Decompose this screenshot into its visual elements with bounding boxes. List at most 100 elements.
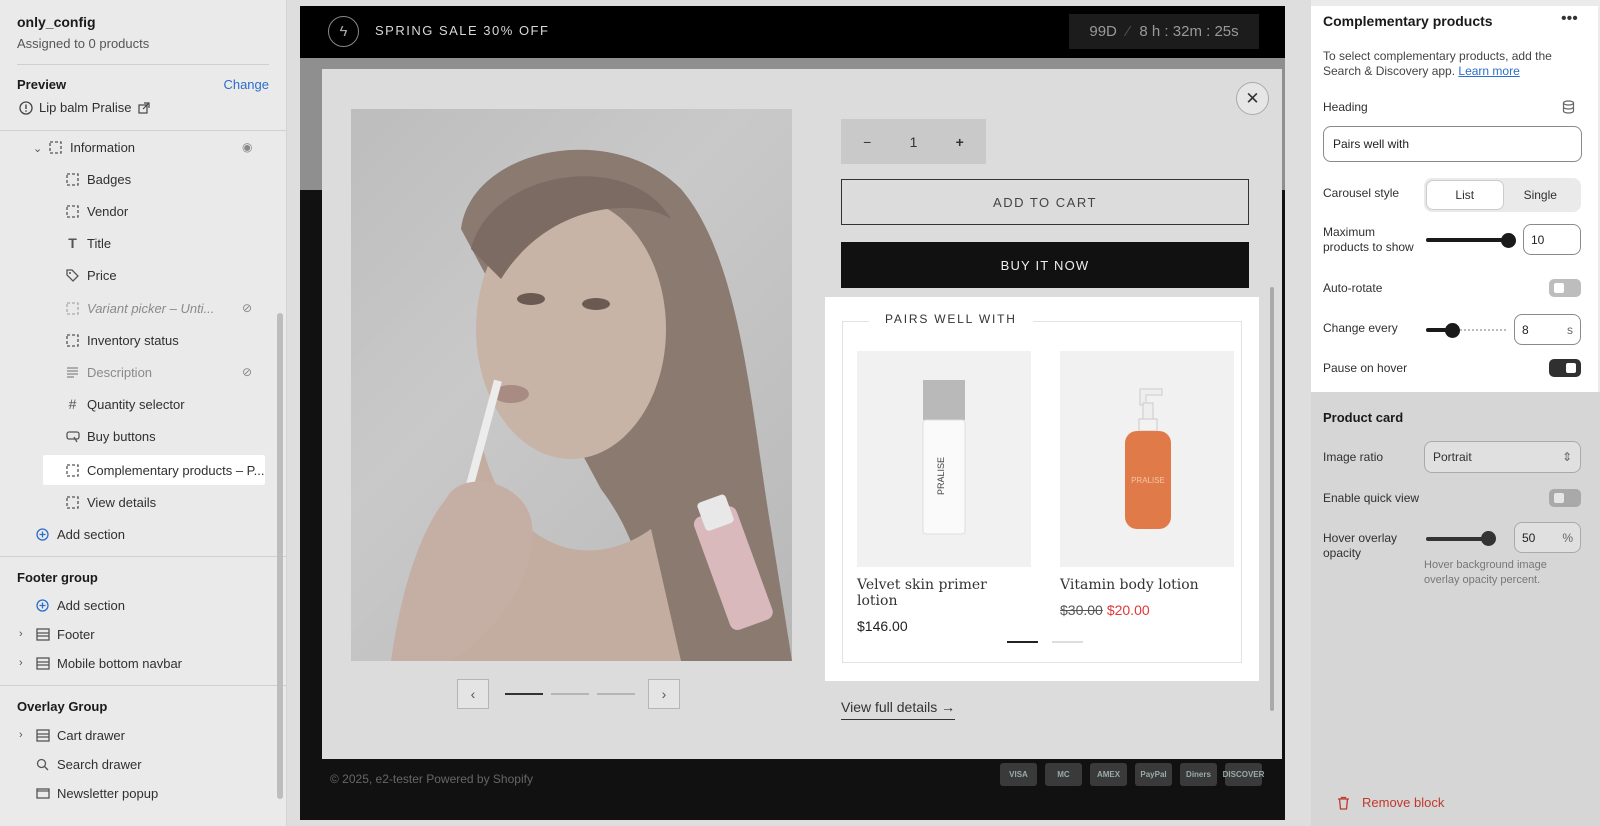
autorotate-label: Auto-rotate (1323, 281, 1383, 295)
overlay-item-search-drawer[interactable]: Search drawer (35, 749, 265, 779)
external-link-icon[interactable] (137, 101, 150, 114)
footer-item-mobile-navbar[interactable]: Mobile bottom navbar (35, 648, 265, 678)
product-card-image[interactable]: PRALISE (1060, 351, 1234, 567)
hover-opacity-slider[interactable] (1426, 537, 1488, 541)
view-full-details-label: View full details (841, 699, 938, 715)
overlay-group-heading: Overlay Group (17, 699, 108, 714)
product-card-name[interactable]: Vitamin body lotion (1060, 577, 1234, 593)
price-tag-icon (65, 268, 80, 283)
chevron-right-icon[interactable]: › (19, 628, 23, 640)
divider (0, 685, 286, 686)
remove-block-label: Remove block (1362, 795, 1445, 810)
hover-opacity-unit: % (1562, 530, 1573, 545)
change-every-slider-thumb[interactable] (1445, 323, 1460, 338)
footer-add-section-button[interactable]: Add section (35, 590, 255, 620)
image-ratio-select[interactable]: Portrait ⇕ (1424, 441, 1581, 473)
max-products-input[interactable]: 10 (1523, 224, 1581, 255)
panel-description: To select complementary products, add th… (1323, 49, 1583, 79)
quantity-value[interactable]: 1 (910, 134, 918, 150)
amex-icon: AMEX (1090, 763, 1127, 786)
image-ratio-value: Portrait (1433, 450, 1472, 464)
tree-item-inventory[interactable]: Inventory status (65, 325, 265, 355)
eye-icon[interactable]: ◉ (242, 140, 252, 154)
more-options-icon[interactable]: ••• (1561, 10, 1578, 28)
add-to-cart-button[interactable]: ADD TO CART (841, 179, 1249, 225)
change-preview-link[interactable]: Change (223, 77, 269, 92)
product-image[interactable] (351, 109, 792, 661)
heading-input[interactable]: Pairs well with (1323, 126, 1582, 162)
product-card[interactable]: PRALISE Vitamin body lotion $30.00 $20.00 (1060, 351, 1234, 618)
prev-image-button[interactable]: ‹ (457, 679, 489, 709)
pagination-dot[interactable] (505, 693, 543, 695)
pagination-dot[interactable] (597, 693, 635, 695)
carousel-pagination (1007, 641, 1083, 643)
heading-label: Heading (1323, 100, 1368, 114)
timer-days: 99D (1089, 23, 1117, 40)
remove-block-button[interactable]: Remove block (1337, 795, 1444, 810)
overlay-item-newsletter[interactable]: Newsletter popup (35, 778, 265, 808)
tree-item-information[interactable]: Information ◉ (48, 132, 268, 162)
max-products-slider-thumb[interactable] (1501, 233, 1516, 248)
tree-item-vendor[interactable]: Vendor (65, 196, 265, 226)
sidebar-scrollbar[interactable] (277, 313, 283, 799)
tree-item-label: Variant picker – Unti... (87, 300, 215, 316)
mastercard-icon: MC (1045, 763, 1082, 786)
database-icon[interactable] (1562, 100, 1575, 114)
diners-icon: Diners (1180, 763, 1217, 786)
preview-product[interactable]: Lip balm Pralise (0, 92, 286, 115)
tree-item-buy-buttons[interactable]: Buy buttons (65, 421, 265, 451)
tree-item-price[interactable]: Price (65, 260, 265, 290)
change-every-input[interactable]: 8s (1514, 314, 1581, 345)
tree-item-description[interactable]: Description ⊘ (65, 357, 265, 387)
view-full-details-link[interactable]: View full details → (841, 699, 956, 720)
pagination-dot[interactable] (551, 693, 589, 695)
pause-on-hover-toggle[interactable] (1549, 359, 1581, 377)
close-icon[interactable]: ✕ (1236, 82, 1269, 115)
minus-icon[interactable]: − (857, 132, 877, 152)
chevron-right-icon[interactable]: › (19, 657, 23, 669)
toggle-knob (1554, 283, 1564, 293)
discover-icon: DISCOVER (1223, 763, 1264, 786)
block-icon (65, 301, 80, 316)
countdown-timer: 99D ⁄ 8 h : 32m : 25s (1069, 14, 1259, 49)
add-section-button[interactable]: Add section (35, 519, 255, 549)
quick-view-toggle[interactable] (1549, 489, 1581, 507)
tree-item-badges[interactable]: Badges (65, 164, 265, 194)
product-card[interactable]: PRALISE Velvet skin primer lotion $146.0… (857, 351, 1031, 634)
autorotate-toggle[interactable] (1549, 279, 1581, 297)
paragraph-icon (65, 365, 80, 380)
tree-item-complementary-products[interactable]: Complementary products – P... (43, 455, 265, 485)
max-products-slider[interactable] (1426, 238, 1508, 242)
footer-item-footer[interactable]: Footer (35, 619, 265, 649)
tree-item-quantity[interactable]: # Quantity selector (65, 389, 265, 419)
block-settings-card: Complementary products ••• To select com… (1311, 6, 1598, 392)
pagination-dot[interactable] (1052, 641, 1083, 643)
hover-opacity-slider-thumb[interactable] (1481, 531, 1496, 546)
modal-scrollbar[interactable] (1270, 287, 1274, 711)
plus-icon[interactable]: + (950, 132, 970, 152)
tree-item-view-details[interactable]: View details (65, 487, 265, 517)
hover-opacity-input[interactable]: 50% (1514, 522, 1581, 553)
overlay-item-cart-drawer[interactable]: Cart drawer (35, 720, 265, 750)
visa-icon: VISA (1000, 763, 1037, 786)
carousel-option-single[interactable]: Single (1503, 181, 1579, 209)
product-card-image[interactable]: PRALISE (857, 351, 1031, 567)
add-section-label: Add section (57, 526, 125, 542)
tree-item-variant-picker[interactable]: Variant picker – Unti... ⊘ (65, 293, 265, 323)
toggle-knob (1554, 493, 1564, 503)
eye-off-icon[interactable]: ⊘ (242, 365, 252, 379)
learn-more-link[interactable]: Learn more (1458, 64, 1519, 78)
chevron-down-icon[interactable]: ⌄ (33, 142, 42, 155)
tree-item-title[interactable]: T Title (65, 228, 265, 258)
complementary-products-block[interactable]: PAIRS WELL WITH PRALISE Velvet skin prim… (825, 297, 1259, 681)
eye-off-icon[interactable]: ⊘ (242, 301, 252, 315)
carousel-style-toggle: List Single (1424, 178, 1581, 212)
product-card-name[interactable]: Velvet skin primer lotion (857, 577, 1031, 609)
tree-item-label: Buy buttons (87, 428, 156, 444)
buy-now-button[interactable]: BUY IT NOW (841, 242, 1249, 288)
carousel-option-list[interactable]: List (1427, 181, 1503, 209)
next-image-button[interactable]: › (648, 679, 680, 709)
pagination-dot[interactable] (1007, 641, 1038, 643)
preview-label: Preview (17, 77, 67, 92)
chevron-right-icon[interactable]: › (19, 729, 23, 741)
